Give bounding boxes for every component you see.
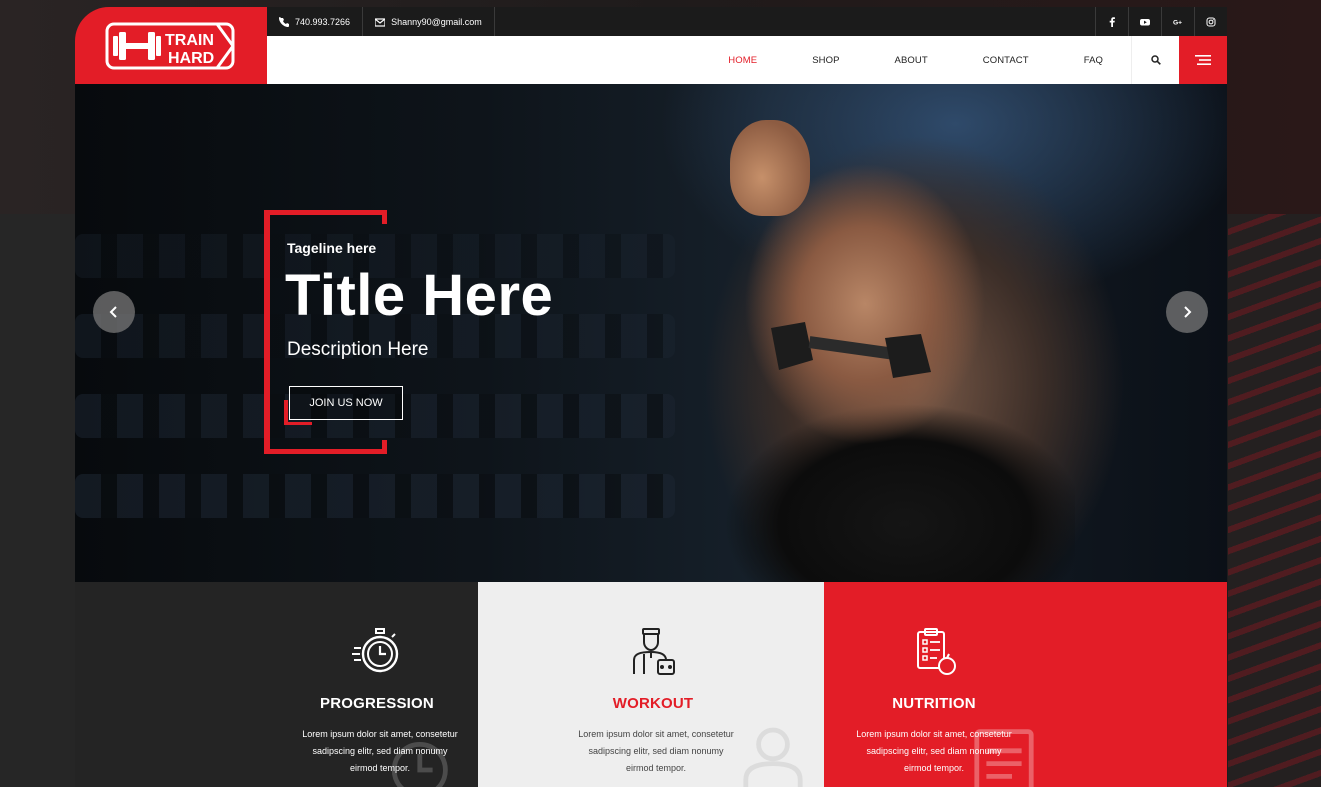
hero-slider: Tageline here Title Here Description Her… — [75, 84, 1227, 582]
feature-description: Lorem ipsum dolor sit amet, consetetur s… — [302, 729, 458, 773]
stopwatch-icon — [352, 628, 399, 673]
page-background-left — [0, 214, 75, 787]
hero-frame-bar — [382, 210, 387, 224]
hamburger-menu-icon — [1195, 55, 1211, 65]
dumbbell-icon — [771, 322, 931, 378]
join-us-button[interactable]: JOIN US NOW — [289, 386, 403, 420]
hero-frame-bar — [264, 210, 387, 215]
nav-item-home[interactable]: HOME — [692, 55, 776, 66]
instagram-icon — [1206, 17, 1216, 26]
page-background-stripes — [1228, 214, 1321, 787]
search-button[interactable] — [1131, 36, 1179, 84]
hero-frame-bar — [264, 210, 270, 454]
hero-description: Description Here — [287, 339, 429, 360]
hero-athlete-head — [730, 120, 810, 216]
nav-item-faq[interactable]: FAQ — [1048, 55, 1131, 66]
main-navigation: HOME SHOP ABOUT CONTACT FAQ — [267, 36, 1227, 84]
nav-links: HOME SHOP ABOUT CONTACT FAQ — [692, 36, 1131, 84]
trainer-icon — [743, 727, 803, 787]
feature-description: Lorem ipsum dolor sit amet, consetetur s… — [578, 729, 734, 773]
phone-number: 740.993.7266 — [295, 16, 351, 27]
logo-line-2: HARD — [168, 50, 214, 67]
hero-frame-bar — [382, 440, 387, 454]
logo-line-1: TRAIN — [165, 32, 214, 49]
feature-title: WORKOUT — [612, 695, 694, 712]
instagram-link[interactable] — [1194, 7, 1227, 36]
trainer-icon — [633, 628, 675, 675]
nav-item-contact[interactable]: CONTACT — [947, 55, 1048, 66]
facebook-link[interactable] — [1095, 7, 1128, 36]
google-plus-link[interactable]: G+ — [1161, 7, 1194, 36]
phone-contact[interactable]: 740.993.7266 — [267, 7, 364, 36]
nav-item-shop[interactable]: SHOP — [776, 55, 858, 66]
top-contact-bar: 740.993.7266 Shanny90@gmail.com G+ — [267, 7, 1227, 36]
phone-icon — [279, 16, 289, 27]
dumbbell-rack-decoration — [75, 474, 675, 518]
feature-card-nutrition: NUTRITION Lorem ipsum dolor sit amet, co… — [824, 582, 1227, 787]
feature-title: PROGRESSION — [320, 695, 434, 712]
youtube-link[interactable] — [1128, 7, 1161, 36]
cta-accent — [284, 422, 312, 425]
email-contact[interactable]: Shanny90@gmail.com — [363, 7, 495, 36]
train-hard-logo-icon: TRAIN HARD — [105, 22, 235, 69]
facebook-icon — [1109, 16, 1115, 27]
feature-description: Lorem ipsum dolor sit amet, consetetur s… — [856, 729, 1012, 773]
feature-card-progression: PROGRESSION Lorem ipsum dolor sit amet, … — [75, 582, 478, 787]
hero-title: Title Here — [285, 263, 554, 328]
features-section: PROGRESSION Lorem ipsum dolor sit amet, … — [75, 582, 1227, 787]
menu-toggle-button[interactable] — [1179, 36, 1227, 84]
search-icon — [1150, 55, 1161, 65]
feature-title: NUTRITION — [892, 695, 976, 712]
slider-next-button[interactable] — [1166, 291, 1208, 333]
youtube-icon — [1140, 18, 1150, 25]
google-plus-icon: G+ — [1173, 19, 1182, 26]
chevron-left-icon — [109, 306, 117, 318]
feature-card-workout: WORKOUT Lorem ipsum dolor sit amet, cons… — [478, 582, 824, 787]
hero-tagline: Tageline here — [287, 240, 377, 256]
email-address: Shanny90@gmail.com — [391, 16, 482, 27]
nav-item-about[interactable]: ABOUT — [859, 55, 947, 66]
slider-prev-button[interactable] — [93, 291, 135, 333]
svg-text:G+: G+ — [1173, 19, 1182, 26]
chevron-right-icon — [1184, 306, 1192, 318]
brand-logo[interactable]: TRAIN HARD — [75, 7, 267, 84]
email-icon — [375, 17, 386, 27]
diet-clipboard-icon — [917, 628, 956, 675]
hero-frame-bar — [264, 449, 387, 454]
